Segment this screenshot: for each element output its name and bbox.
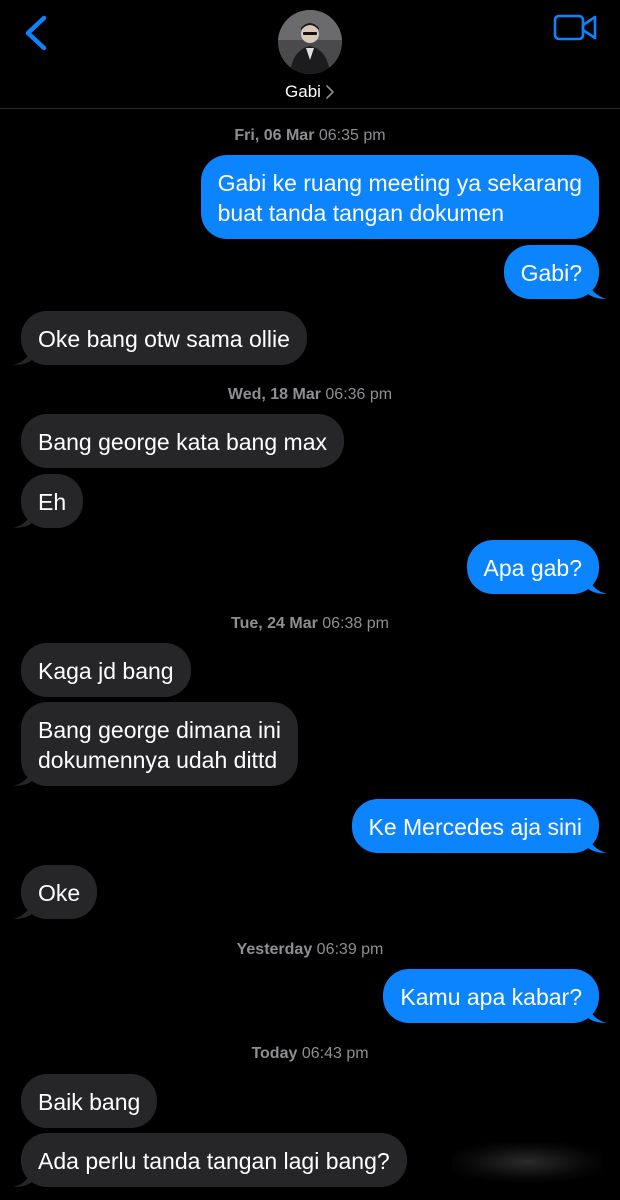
- message-text: Oke bang otw sama ollie: [38, 326, 290, 352]
- received-message[interactable]: Kaga jd bang: [21, 643, 191, 697]
- bubble-tail: [13, 508, 33, 528]
- bubble-tail: [13, 766, 33, 786]
- message-text: Ada perlu tanda tangan lagi bang?: [38, 1148, 390, 1174]
- timestamp-divider: Today 06:43 pm: [0, 1045, 620, 1063]
- timestamp-time: 06:36 pm: [325, 386, 393, 403]
- timestamp-divider: Wed, 18 Mar 06:36 pm: [0, 386, 620, 404]
- received-message[interactable]: Ada perlu tanda tangan lagi bang?: [13, 1133, 407, 1187]
- bubble-tail: [587, 833, 607, 853]
- timestamp-day: Yesterday: [236, 941, 313, 958]
- message-text: Eh: [38, 489, 67, 515]
- timestamp-time: 06:39 pm: [316, 941, 384, 958]
- timestamp-day: Tue, 24 Mar: [230, 615, 318, 632]
- received-message[interactable]: Bang george dimana ini dokumennya udah d…: [13, 702, 298, 786]
- message-line: Gabi ke ruang meeting ya sekarang: [217, 170, 582, 196]
- sent-message[interactable]: Gabi ke ruang meeting ya sekarang buat t…: [200, 155, 599, 239]
- sent-message[interactable]: Kamu apa kabar?: [383, 969, 607, 1023]
- timestamp-divider: Tue, 24 Mar 06:38 pm: [0, 615, 620, 633]
- message-line: buat tanda tangan dokumen: [217, 200, 505, 226]
- contact-name: Gabi: [285, 82, 321, 101]
- chevron-right-icon: [326, 85, 334, 99]
- chevron-left-icon: [25, 15, 47, 51]
- blurred-overlay: [452, 1142, 602, 1182]
- message-text: Oke: [38, 880, 81, 906]
- contact-name-button[interactable]: Gabi: [240, 80, 380, 104]
- timestamp-time: 06:38 pm: [322, 615, 389, 632]
- timestamp-day: Today: [251, 1045, 298, 1062]
- timestamp-time: 06:35 pm: [318, 127, 386, 144]
- bubble-tail: [587, 574, 607, 594]
- sent-message[interactable]: Apa gab?: [466, 540, 607, 594]
- bubble-tail: [587, 279, 607, 299]
- contact-photo: [278, 10, 342, 74]
- back-button[interactable]: [14, 8, 54, 56]
- avatar[interactable]: [278, 10, 342, 74]
- bubble-tail: [13, 899, 33, 919]
- message-text: Apa gab?: [483, 555, 582, 581]
- bubble-tail: [587, 1003, 607, 1023]
- bubble-tail: [13, 345, 33, 365]
- received-message[interactable]: Baik bang: [21, 1074, 158, 1128]
- received-message[interactable]: Eh: [13, 474, 84, 528]
- received-message[interactable]: Oke: [13, 865, 98, 919]
- received-message[interactable]: Bang george kata bang max: [21, 414, 344, 468]
- message-line: dokumennya udah dittd: [38, 747, 278, 773]
- conversation-header: Gabi: [0, 0, 620, 109]
- message-text: Bang george kata bang max: [38, 429, 327, 455]
- video-call-button[interactable]: [552, 12, 600, 44]
- bubble-tail: [13, 1167, 33, 1187]
- timestamp-divider: Yesterday 06:39 pm: [0, 941, 620, 959]
- timestamp-divider: Fri, 06 Mar 06:35 pm: [0, 127, 620, 145]
- timestamp-day: Wed, 18 Mar: [227, 386, 321, 403]
- timestamp-time: 06:43 pm: [301, 1045, 369, 1062]
- message-text: Kaga jd bang: [38, 658, 174, 684]
- message-text: Gabi?: [520, 260, 582, 286]
- sent-message[interactable]: Ke Mercedes aja sini: [351, 799, 607, 853]
- received-message[interactable]: Oke bang otw sama ollie: [13, 311, 307, 365]
- message-text: Ke Mercedes aja sini: [368, 814, 583, 840]
- message-line: Bang george dimana ini: [38, 717, 281, 743]
- sent-message[interactable]: Gabi?: [503, 245, 607, 299]
- message-text: Kamu apa kabar?: [400, 984, 582, 1010]
- video-camera-icon: [553, 14, 597, 41]
- timestamp-day: Fri, 06 Mar: [234, 127, 315, 144]
- message-text: Baik bang: [38, 1089, 141, 1115]
